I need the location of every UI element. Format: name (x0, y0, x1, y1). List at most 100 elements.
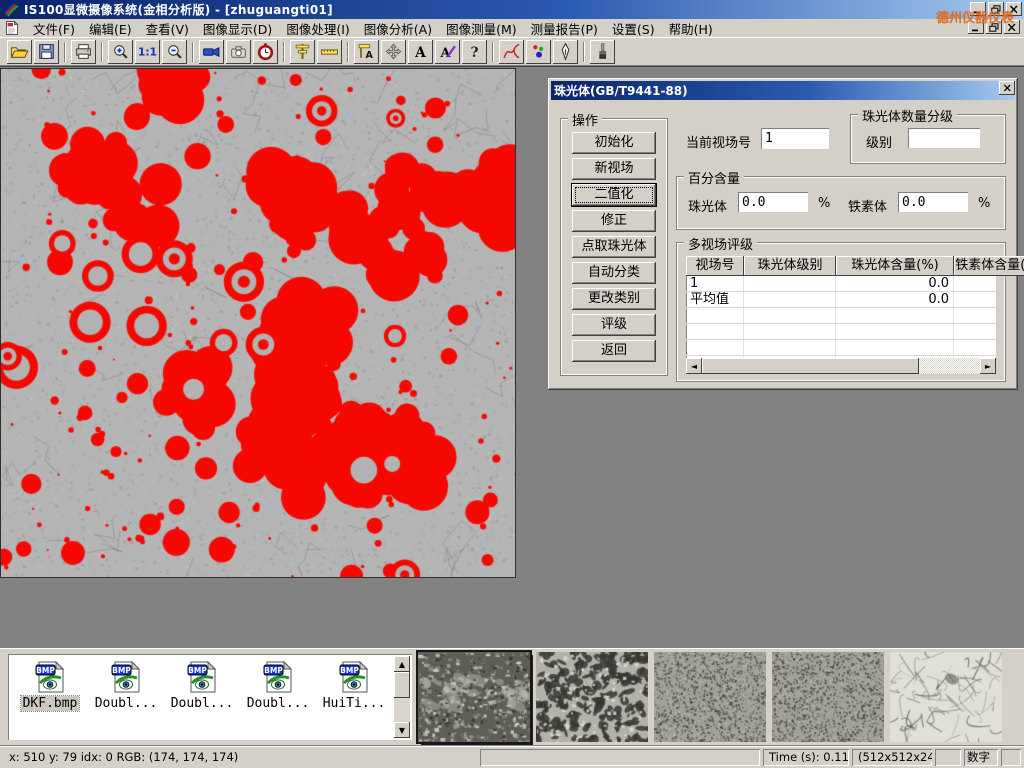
pearlite-dialog: 珠光体(GB/T9441-88) 操作 初始化新视场二值化修正点取珠光体自动分类… (548, 78, 1018, 390)
grading-level-input[interactable] (908, 128, 980, 148)
table-cell: 0.0 (836, 276, 954, 291)
table-row[interactable]: 平均值0.0 (686, 292, 996, 308)
file-browser[interactable]: BMPDKF.bmpBMPBMPDoubl...BMPBMPDoubl...BM… (8, 654, 412, 740)
table-header-4[interactable]: 铁素体含量(%) (954, 256, 1024, 276)
menu-bar: 文件(F)编辑(E)查看(V)图像显示(D)图像处理(I)图像分析(A)图像测量… (0, 19, 1024, 37)
scroll-down-icon[interactable]: ▼ (394, 722, 410, 738)
grading-level-label: 级别 (866, 132, 892, 151)
op-button-9[interactable]: 返回 (572, 340, 656, 362)
dialog-close-icon[interactable] (999, 81, 1015, 95)
micrograph-binarized-image[interactable] (1, 69, 515, 577)
video-camera-icon[interactable] (199, 40, 224, 64)
app-icon (4, 2, 20, 17)
scroll-left-icon[interactable]: ◄ (686, 358, 702, 374)
table-header-1[interactable]: 视场号 (686, 256, 744, 276)
table-cell (836, 340, 954, 355)
actual-size-icon[interactable]: 1:1 (135, 40, 160, 64)
camera-icon[interactable] (226, 40, 251, 64)
svg-text:A: A (365, 50, 373, 61)
toolbar-separator (583, 42, 585, 62)
svg-text:BMP: BMP (340, 666, 359, 675)
file-item-Doubl...[interactable]: BMPDoubl... (90, 660, 162, 711)
measure-text-icon[interactable]: A (354, 40, 379, 64)
document-icon[interactable] (4, 20, 20, 36)
file-item-Doubl...[interactable]: BMPDoubl... (166, 660, 238, 711)
text-icon[interactable]: A (408, 40, 433, 64)
status-blank-2 (935, 749, 961, 766)
table-cell (954, 340, 1024, 355)
thumbnail-1[interactable] (418, 652, 530, 742)
table-cell (686, 324, 744, 339)
file-item-HuiTi...[interactable]: BMPHuiTi... (318, 660, 390, 711)
curve-tool-icon[interactable] (499, 40, 524, 64)
zoom-out-icon[interactable] (162, 40, 187, 64)
caliper-icon[interactable] (290, 40, 315, 64)
pearlite-percent-input[interactable] (738, 192, 808, 212)
table-row[interactable] (686, 308, 996, 324)
svg-text:BMP: BMP (188, 666, 207, 675)
multi-field-group: 多视场评级 视场号珠光体级别珠光体含量(%)铁素体含量(%)10.0平均值0.0… (676, 242, 1006, 382)
ruler-icon[interactable] (317, 40, 342, 64)
move-icon[interactable] (381, 40, 406, 64)
brush-icon[interactable] (590, 40, 615, 64)
status-position: x: 510 y: 79 idx: 0 RGB: (174, 174, 174) (3, 749, 477, 766)
op-button-8[interactable]: 评级 (572, 314, 656, 336)
print-icon[interactable] (71, 40, 96, 64)
table-header-3[interactable]: 珠光体含量(%) (836, 256, 954, 276)
current-field-label: 当前视场号 (686, 132, 751, 151)
ferrite-percent-input[interactable] (898, 192, 968, 212)
percent-group-label: 百分含量 (684, 168, 744, 187)
color-points-icon[interactable] (526, 40, 551, 64)
toolbar-separator (283, 42, 285, 62)
file-item-DKF.bmp[interactable]: BMPDKF.bmp (14, 660, 86, 711)
file-item-Doubl...[interactable]: BMPDoubl... (242, 660, 314, 711)
current-field-input[interactable] (761, 128, 829, 149)
table-h-scrollbar[interactable]: ◄ ► (686, 358, 996, 374)
save-icon[interactable] (34, 40, 59, 64)
table-row[interactable]: 10.0 (686, 276, 996, 292)
table-row[interactable] (686, 324, 996, 340)
scroll-up-icon[interactable]: ▲ (394, 656, 410, 672)
zoom-in-icon[interactable] (108, 40, 133, 64)
scroll-thumb[interactable] (394, 672, 410, 698)
op-button-5[interactable]: 点取珠光体 (572, 236, 656, 258)
op-button-2[interactable]: 新视场 (572, 158, 656, 180)
scroll-right-icon[interactable]: ► (980, 358, 996, 374)
op-button-1[interactable]: 初始化 (572, 132, 656, 154)
rating-table[interactable]: 视场号珠光体级别珠光体含量(%)铁素体含量(%)10.0平均值0.0 (686, 256, 996, 364)
toolbar-separator (101, 42, 103, 62)
thumbnail-3[interactable] (654, 652, 766, 742)
svg-text:BMP: BMP (264, 666, 283, 675)
pen-icon[interactable] (553, 40, 578, 64)
thumbnail-5[interactable] (890, 652, 1002, 742)
annotate-icon[interactable]: A (435, 40, 460, 64)
thumbnail-4[interactable] (772, 652, 884, 742)
table-cell: 1 (686, 276, 744, 291)
op-button-4[interactable]: 修正 (572, 210, 656, 232)
toolbar-separator (492, 42, 494, 62)
op-button-6[interactable]: 自动分类 (572, 262, 656, 284)
workspace: 珠光体(GB/T9441-88) 操作 初始化新视场二值化修正点取珠光体自动分类… (0, 66, 1024, 648)
svg-text:A: A (414, 45, 426, 61)
timer-icon[interactable] (253, 40, 278, 64)
file-browser-scrollbar[interactable]: ▲▼ (394, 656, 410, 738)
toolbar-separator (192, 42, 194, 62)
help-icon[interactable]: ? (462, 40, 487, 64)
multi-field-group-label: 多视场评级 (684, 234, 757, 253)
dialog-title-bar[interactable]: 珠光体(GB/T9441-88) (551, 81, 1015, 100)
table-cell (744, 292, 836, 307)
op-button-7[interactable]: 更改类别 (572, 288, 656, 310)
table-row[interactable] (686, 340, 996, 356)
svg-text:1:1: 1:1 (138, 47, 157, 59)
open-icon[interactable] (7, 40, 32, 64)
status-time: Time (s): 0.113 (763, 749, 849, 766)
bottom-panel: BMPDKF.bmpBMPBMPDoubl...BMPBMPDoubl...BM… (0, 648, 1024, 745)
scroll-thumb[interactable] (702, 358, 919, 374)
operation-group-label: 操作 (568, 110, 602, 129)
table-cell: 0.0 (836, 292, 954, 307)
file-name: DKF.bmp (21, 696, 80, 711)
table-header-2[interactable]: 珠光体级别 (744, 256, 836, 276)
op-button-3[interactable]: 二值化 (572, 184, 656, 206)
table-cell (686, 308, 744, 323)
thumbnail-2[interactable] (536, 652, 648, 742)
